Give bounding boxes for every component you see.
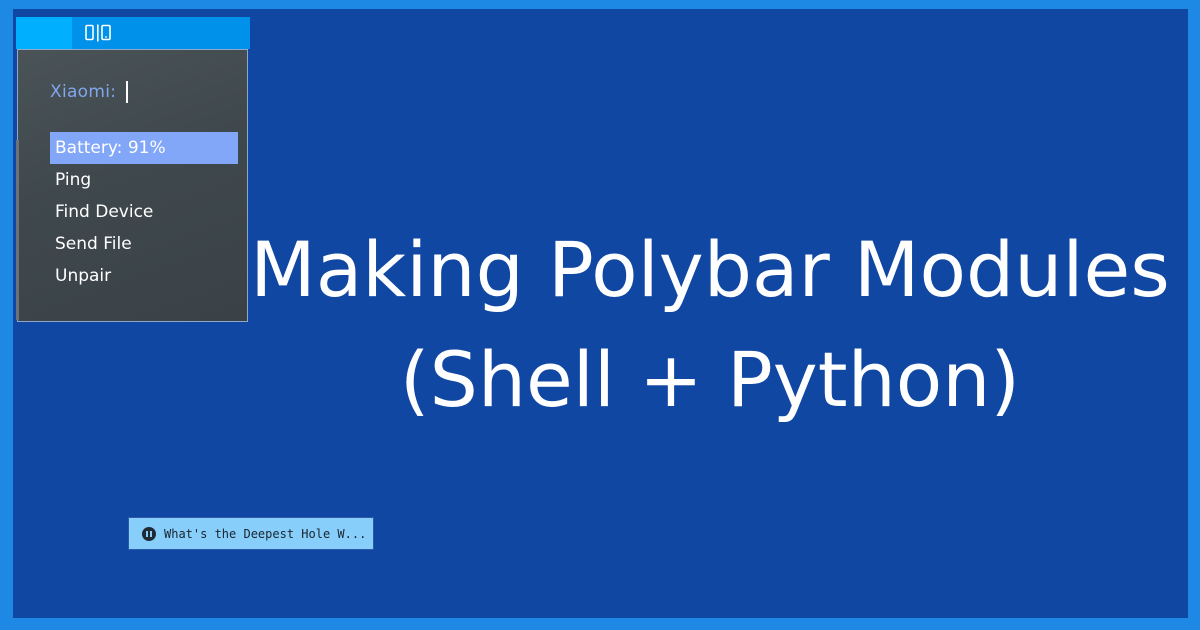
menu-prompt[interactable]: Xiaomi: (50, 81, 129, 103)
text-cursor (126, 81, 129, 103)
menu-item-send-file[interactable]: Send File (50, 228, 238, 260)
polybar (16, 17, 250, 49)
track-title: What's the Deepest Hole W... (164, 526, 367, 541)
menu-item-find-device[interactable]: Find Device (50, 196, 238, 228)
now-playing-module[interactable]: What's the Deepest Hole W... (128, 517, 374, 550)
kdeconnect-module[interactable] (84, 24, 112, 42)
mobile-devices-icon (84, 24, 112, 42)
bar-workspace-block (16, 17, 72, 49)
device-menu: Xiaomi: Battery: 91% Ping Find Device Se… (16, 49, 248, 322)
title-line-1: Making Polybar Modules (250, 225, 1170, 314)
menu-item-unpair[interactable]: Unpair (50, 260, 238, 292)
page-title: Making Polybar Modules (Shell + Python) (250, 215, 1170, 435)
pause-icon[interactable] (142, 526, 156, 541)
title-line-2: (Shell + Python) (399, 335, 1021, 424)
prompt-label: Xiaomi: (50, 82, 117, 102)
menu-item-battery[interactable]: Battery: 91% (50, 132, 238, 164)
menu-item-ping[interactable]: Ping (50, 164, 238, 196)
menu-list: Battery: 91% Ping Find Device Send File … (50, 132, 238, 292)
